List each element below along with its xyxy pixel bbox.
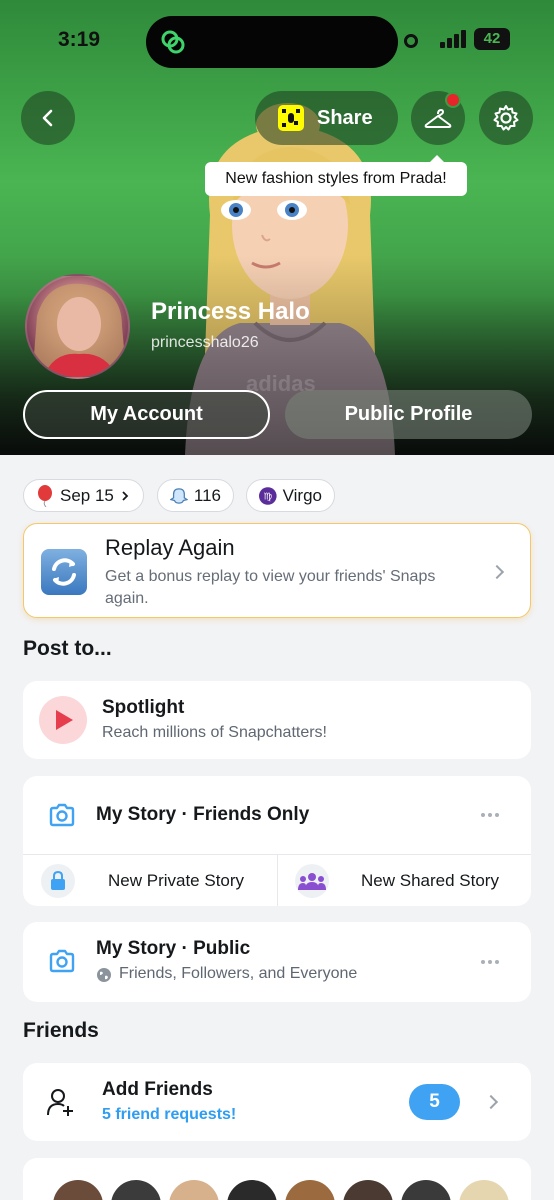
battery-icon: 42: [474, 28, 510, 50]
friend-avatar[interactable]: [227, 1180, 277, 1200]
friend-avatar[interactable]: [459, 1180, 509, 1200]
spotlight-title: Spotlight: [102, 697, 185, 718]
more-options-icon[interactable]: [481, 813, 501, 817]
friend-requests-label: 5 friend requests!: [102, 1106, 237, 1123]
friend-avatar[interactable]: [343, 1180, 393, 1200]
status-time: 3:19: [58, 28, 101, 51]
group-icon: [295, 864, 329, 898]
chevron-right-icon: [489, 564, 505, 580]
divider: [277, 854, 278, 906]
birthday-chip[interactable]: Sep 15: [23, 479, 144, 512]
zodiac-chip[interactable]: ♍ Virgo: [246, 479, 335, 512]
globe-icon: [97, 968, 111, 982]
post-to-heading: Post to...: [23, 637, 112, 660]
lock-icon: [41, 864, 75, 898]
profile-photo[interactable]: [25, 274, 130, 379]
username: princesshalo26: [151, 334, 259, 351]
display-name: Princess Halo: [151, 298, 310, 325]
replay-title: Replay Again: [105, 535, 235, 560]
public-profile-button[interactable]: Public Profile: [285, 390, 532, 439]
camera-icon: [49, 803, 75, 827]
friend-avatar[interactable]: [401, 1180, 451, 1200]
my-story-friends-title[interactable]: My Story · Friends Only: [96, 804, 309, 826]
my-account-button[interactable]: My Account: [23, 390, 270, 439]
share-label: Share: [317, 106, 373, 129]
back-button[interactable]: [21, 91, 75, 145]
my-story-public-card[interactable]: My Story · Public Friends, Followers, an…: [23, 922, 531, 1002]
friends-bitmoji-row[interactable]: [23, 1158, 531, 1200]
share-button[interactable]: Share: [255, 91, 398, 145]
chevron-right-icon: [483, 1094, 499, 1110]
virgo-icon: ♍: [259, 486, 277, 505]
snapcode-icon: [278, 105, 304, 131]
spotlight-card[interactable]: Spotlight Reach millions of Snapchatters…: [23, 681, 531, 759]
friend-avatar[interactable]: [111, 1180, 161, 1200]
friend-request-count-badge: 5: [409, 1084, 460, 1120]
replay-again-card[interactable]: Replay Again Get a bonus replay to view …: [23, 523, 531, 618]
friend-avatar[interactable]: [53, 1180, 103, 1200]
birthday-label: Sep 15: [60, 485, 114, 505]
add-friend-icon: [47, 1089, 73, 1116]
add-friends-card[interactable]: Add Friends 5 friend requests! 5: [23, 1063, 531, 1141]
hanger-icon: [424, 109, 452, 128]
replay-icon: [41, 549, 87, 595]
linked-app-icon: [161, 30, 185, 54]
add-friends-title: Add Friends: [102, 1079, 213, 1100]
fashion-tooltip[interactable]: New fashion styles from Prada!: [205, 155, 467, 196]
spotlight-subtitle: Reach millions of Snapchatters!: [102, 724, 327, 741]
replay-description: Get a bonus replay to view your friends'…: [105, 568, 436, 607]
cellular-signal-icon: [440, 30, 468, 48]
spotlight-play-icon: [39, 696, 87, 744]
public-audience-label: Friends, Followers, and Everyone: [119, 965, 358, 982]
notification-dot: [445, 92, 461, 108]
friends-heading: Friends: [23, 1019, 99, 1042]
friend-avatar[interactable]: [169, 1180, 219, 1200]
profile-header: adidas 3:19 42: [0, 0, 554, 455]
gear-icon: [493, 105, 519, 131]
chevron-right-icon: [122, 490, 129, 501]
balloon-icon: [38, 484, 52, 507]
camera-icon: [49, 949, 75, 973]
privacy-indicator-icon: [404, 34, 418, 48]
my-story-public-title: My Story · Public: [96, 938, 251, 959]
zodiac-label: Virgo: [282, 485, 322, 505]
more-options-icon[interactable]: [481, 960, 501, 964]
new-private-story-button[interactable]: New Private Story: [108, 871, 244, 891]
chevron-left-icon: [42, 109, 53, 127]
my-story-friends-card: My Story · Friends Only New Private Stor…: [23, 776, 531, 906]
settings-button[interactable]: [479, 91, 533, 145]
snap-score-chip[interactable]: 116: [157, 479, 234, 512]
ghost-icon: [170, 487, 188, 504]
svg-text:♍: ♍: [264, 491, 273, 502]
new-shared-story-button[interactable]: New Shared Story: [361, 871, 499, 891]
dynamic-island: [146, 16, 398, 68]
snap-score-value: 116: [193, 485, 221, 505]
friend-avatar[interactable]: [285, 1180, 335, 1200]
